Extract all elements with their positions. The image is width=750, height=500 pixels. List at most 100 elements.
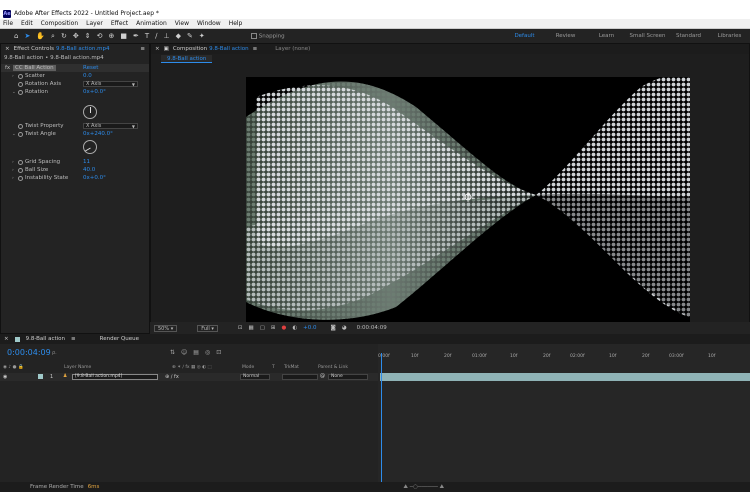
- menu-effect[interactable]: Effect: [111, 20, 128, 27]
- composition-breadcrumb[interactable]: 9.8-Ball action: [161, 55, 213, 63]
- rotate-icon[interactable]: ⟲: [97, 32, 103, 40]
- twist-property-dropdown[interactable]: X Axis ▼: [83, 123, 138, 129]
- time-ruler[interactable]: 0:00f 10f 20f 01:00f 10f 20f 02:00f 10f …: [378, 353, 750, 365]
- workspace-review[interactable]: Review: [545, 33, 586, 39]
- snapping-toggle[interactable]: Snapping: [250, 32, 285, 39]
- effect-name[interactable]: CC Ball Action: [13, 65, 56, 71]
- twirl-icon[interactable]: ›: [12, 168, 14, 173]
- layer-name-field[interactable]: [9.8-Ball action.mp4]: [72, 374, 158, 380]
- workspace-standard[interactable]: Standard: [668, 33, 709, 39]
- panel-menu-icon[interactable]: ≡: [253, 46, 258, 52]
- instability-state-value[interactable]: 0x+0.0°: [83, 175, 106, 181]
- exposure-value[interactable]: +0.0: [303, 325, 316, 331]
- twist-angle-dial[interactable]: [83, 140, 97, 154]
- visibility-eye-icon[interactable]: ◉: [3, 374, 7, 380]
- twist-angle-value[interactable]: 0x+240.0°: [83, 131, 113, 137]
- twirl-icon[interactable]: ⌄: [12, 90, 16, 95]
- mask-visibility-icon[interactable]: ▢: [260, 325, 265, 331]
- col-parent[interactable]: Parent & Link: [318, 365, 348, 370]
- stopwatch-icon[interactable]: [18, 123, 23, 129]
- composition-tab-name[interactable]: 9.8-Ball action: [209, 46, 248, 52]
- motion-blur-icon[interactable]: ◎: [205, 349, 210, 356]
- stopwatch-icon[interactable]: [18, 89, 23, 95]
- composition-tab-label[interactable]: Composition: [173, 46, 207, 52]
- hand-icon[interactable]: ✋: [36, 32, 45, 40]
- zoom-icon[interactable]: ⌕: [51, 32, 55, 41]
- close-icon[interactable]: ×: [155, 46, 160, 52]
- pan-icon[interactable]: ✥: [73, 32, 79, 40]
- timeline-tab-name[interactable]: 9.8-Ball action: [26, 336, 65, 342]
- menu-view[interactable]: View: [175, 20, 189, 27]
- twirl-icon[interactable]: ›: [12, 74, 14, 79]
- close-icon[interactable]: ×: [4, 336, 9, 342]
- workspace-small-screen[interactable]: Small Screen: [627, 33, 668, 39]
- color-management-icon[interactable]: ●: [282, 325, 287, 331]
- anchor-icon[interactable]: ⊕: [108, 32, 114, 40]
- home-icon[interactable]: ⌂: [14, 32, 18, 40]
- layer-duration-bar[interactable]: [380, 373, 750, 381]
- exposure-icon[interactable]: ◐: [292, 325, 297, 331]
- render-queue-tab[interactable]: Render Queue: [100, 336, 139, 342]
- pen-icon[interactable]: ✒: [133, 32, 139, 40]
- current-time-indicator[interactable]: [381, 353, 382, 482]
- region-of-interest-icon[interactable]: ⊡: [238, 325, 243, 331]
- show-snapshot-icon[interactable]: ◕: [342, 325, 347, 331]
- stopwatch-icon[interactable]: [18, 167, 23, 173]
- guides-icon[interactable]: ⊞: [271, 325, 276, 331]
- stopwatch-icon[interactable]: [18, 159, 23, 165]
- clone-icon[interactable]: ⊥: [163, 32, 169, 40]
- rotation-value[interactable]: 0x+0.0°: [83, 89, 106, 95]
- zoom-dropdown[interactable]: 50% ▾: [154, 324, 178, 332]
- close-icon[interactable]: ×: [5, 46, 10, 52]
- ball-size-value[interactable]: 40.0: [83, 167, 95, 173]
- rotation-dial[interactable]: [83, 105, 97, 119]
- menu-window[interactable]: Window: [197, 20, 221, 27]
- parent-dropdown[interactable]: None: [328, 374, 368, 380]
- trkmat-dropdown[interactable]: [282, 374, 318, 380]
- layer-tab[interactable]: Layer (none): [275, 46, 310, 52]
- shape-icon[interactable]: ■: [120, 32, 127, 40]
- graph-editor-icon[interactable]: ⊡: [216, 349, 221, 356]
- shy-icon[interactable]: ☺: [181, 349, 187, 356]
- snapping-checkbox[interactable]: [250, 32, 257, 39]
- reset-link[interactable]: Reset: [83, 65, 98, 71]
- puppet-icon[interactable]: ✦: [199, 32, 205, 40]
- label-color-swatch[interactable]: [38, 374, 43, 379]
- timeline-timecode[interactable]: 0:00:04:09: [7, 348, 51, 357]
- layer-switches[interactable]: ⊕ ∕ fx: [165, 374, 179, 380]
- scatter-value[interactable]: 0.0: [83, 73, 92, 79]
- grid-spacing-value[interactable]: 11: [83, 159, 90, 165]
- brush-icon[interactable]: ∕: [155, 32, 157, 40]
- workspace-libraries[interactable]: Libraries: [709, 33, 750, 39]
- twirl-icon[interactable]: ›: [12, 176, 14, 181]
- panel-menu-icon[interactable]: ≡: [71, 336, 76, 342]
- stopwatch-icon[interactable]: [18, 81, 23, 87]
- menu-animation[interactable]: Animation: [136, 20, 167, 27]
- effect-controls-tab[interactable]: × Effect Controls 9.8-Ball action.mp4 ≡: [1, 44, 149, 54]
- orbit-icon[interactable]: ↻: [61, 32, 67, 40]
- col-mode[interactable]: Mode: [242, 365, 254, 370]
- snapshot-icon[interactable]: ◙: [331, 325, 336, 331]
- dolly-icon[interactable]: ⇕: [85, 32, 91, 40]
- menu-edit[interactable]: Edit: [21, 20, 33, 27]
- roto-icon[interactable]: ✎: [187, 32, 193, 40]
- rotation-axis-dropdown[interactable]: X Axis ▼: [83, 81, 138, 87]
- lock-icon[interactable]: ▣: [164, 46, 169, 52]
- composition-canvas[interactable]: [246, 77, 690, 322]
- col-layer-name[interactable]: Layer Name: [64, 365, 91, 370]
- menu-help[interactable]: Help: [229, 20, 243, 27]
- twirl-icon[interactable]: ›: [12, 160, 14, 165]
- twirl-icon[interactable]: ⌄: [12, 132, 16, 137]
- panel-menu-icon[interactable]: ≡: [140, 46, 145, 52]
- effect-header-row[interactable]: fx CC Ball Action Reset: [1, 64, 149, 72]
- transparency-grid-icon[interactable]: ▦: [249, 325, 254, 331]
- fx-icon[interactable]: fx: [5, 65, 10, 71]
- zoom-slider[interactable]: ⛰ ─○────── ⛰: [403, 484, 444, 491]
- eraser-icon[interactable]: ◆: [176, 32, 181, 40]
- draft-3d-icon[interactable]: ⇅: [170, 349, 175, 356]
- selection-icon[interactable]: ➤: [24, 32, 30, 40]
- stopwatch-icon[interactable]: [18, 175, 23, 181]
- stopwatch-icon[interactable]: [18, 131, 23, 137]
- col-trkmat[interactable]: TrkMat: [284, 365, 299, 370]
- menu-composition[interactable]: Composition: [41, 20, 78, 27]
